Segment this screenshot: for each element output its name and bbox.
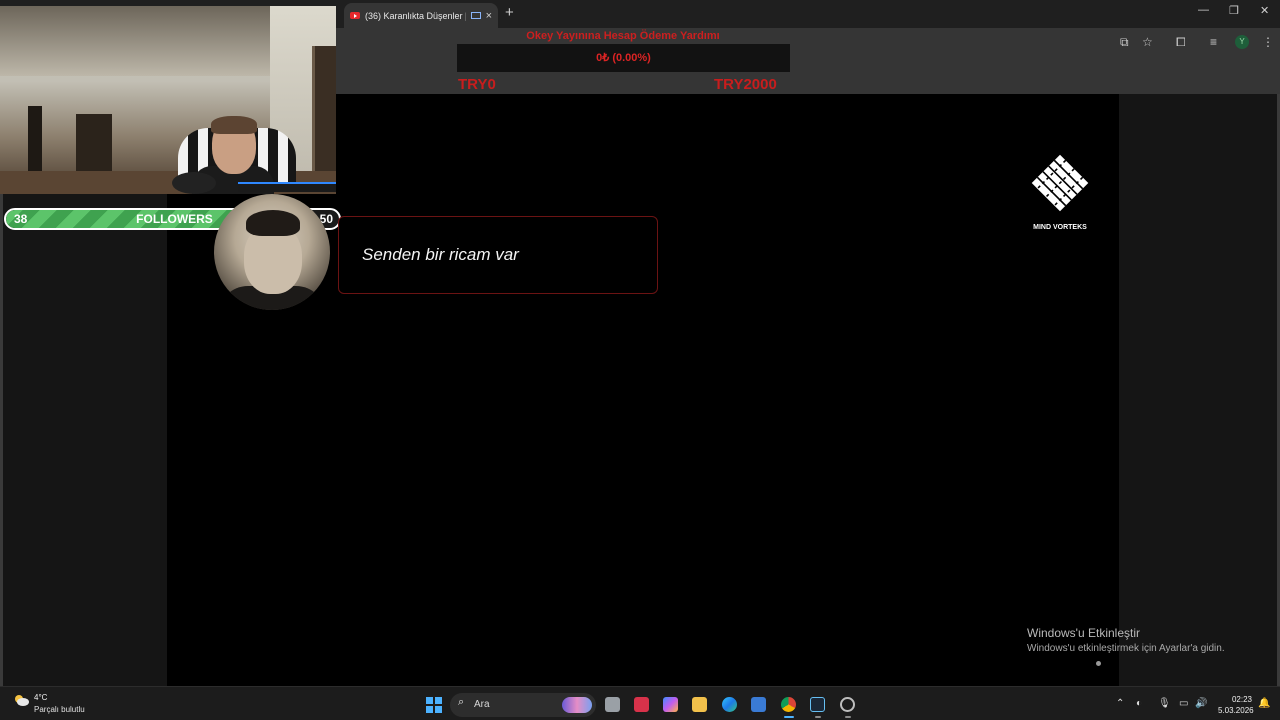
activation-subtitle: Windows'u etkinleştirmek için Ayarlar'a … — [1027, 643, 1225, 654]
file-explorer-icon[interactable] — [692, 697, 707, 712]
media-controls-icon[interactable]: ≡ — [1210, 35, 1217, 49]
portrait-hair — [246, 210, 300, 236]
search-icon: ⌕ — [458, 696, 465, 708]
obs-running-indicator — [845, 716, 851, 718]
donation-goal-max: TRY2000 — [714, 76, 777, 93]
microphone-icon[interactable]: 🎙 — [1158, 698, 1171, 709]
network-icon[interactable]: ▭ — [1179, 698, 1188, 709]
red-app-icon[interactable] — [634, 697, 649, 712]
start-logo-tile — [435, 706, 442, 713]
weather-description[interactable]: Parçalı bulutlu — [34, 705, 85, 714]
room-door — [312, 46, 336, 176]
profile-avatar[interactable]: Y — [1235, 35, 1249, 49]
chrome-menu-icon[interactable]: ⋮ — [1262, 35, 1274, 49]
notifications-icon[interactable]: 🔔 — [1258, 698, 1270, 709]
new-tab-button[interactable]: + — [505, 4, 514, 21]
restore-button[interactable]: ❐ — [1229, 4, 1239, 17]
speaker-portrait — [214, 194, 330, 310]
edge-icon[interactable] — [722, 697, 737, 712]
minimize-button[interactable]: — — [1198, 4, 1209, 16]
cast-icon — [470, 12, 481, 19]
extensions-icon[interactable]: ⧠ — [1176, 35, 1186, 50]
tray-overflow-icon[interactable]: ⌃ — [1116, 698, 1124, 709]
windows-taskbar: 4°C Parçalı bulutlu ⌕ Ara ⌃ ◐ 🎙 ▭ 🔊 02:2… — [0, 686, 1280, 720]
clock-time: 02:23 — [1231, 695, 1252, 704]
computer-mouse — [172, 172, 216, 194]
task-view-icon[interactable] — [605, 697, 620, 712]
screen: (36) Karanlıkta Düşenler | Ç × + — ❐ ✕ ⧉… — [0, 0, 1280, 720]
tab-close-button[interactable]: × — [486, 10, 492, 22]
dialogue-box: Senden bir ricam var — [338, 216, 658, 294]
steam-icon[interactable] — [810, 697, 825, 712]
indicator-dot — [1096, 661, 1101, 666]
close-window-button[interactable]: ✕ — [1260, 4, 1269, 17]
donation-goal-bar: 0₺ (0.00%) — [457, 44, 790, 72]
logo-text: MIND VORTEKS — [1033, 224, 1087, 231]
start-button[interactable] — [426, 697, 442, 713]
dialogue-text: Senden bir ricam var — [362, 245, 519, 264]
start-logo-tile — [426, 706, 433, 713]
taskbar-clock[interactable]: 02:23 5.03.2026 — [1218, 694, 1254, 716]
tray-app-icon[interactable]: ◐ — [1136, 698, 1142, 709]
mind-vorteks-logo-icon — [1031, 154, 1089, 212]
steam-running-indicator — [815, 716, 821, 718]
install-app-icon[interactable]: ⧉ — [1120, 35, 1129, 50]
clock-date: 5.03.2026 — [1218, 706, 1254, 715]
browser-tab[interactable]: (36) Karanlıkta Düşenler | Ç × — [344, 3, 498, 28]
keyboard — [238, 182, 336, 192]
volume-icon[interactable]: 🔊 — [1195, 698, 1207, 709]
youtube-icon — [350, 12, 360, 19]
chrome-running-indicator — [784, 716, 794, 718]
weather-partly-cloudy-icon[interactable] — [12, 693, 30, 707]
streamer-hair — [211, 116, 257, 134]
activation-title: Windows'u Etkinleştir — [1027, 626, 1140, 640]
search-highlight-icon — [562, 697, 592, 713]
room-ceiling — [0, 6, 270, 76]
search-placeholder: Ara — [474, 699, 490, 710]
webcam-feed — [0, 6, 336, 194]
donation-goal-min: TRY0 — [458, 76, 496, 93]
copilot-icon[interactable] — [663, 697, 678, 712]
chrome-icon[interactable] — [781, 697, 796, 712]
start-logo-tile — [426, 697, 433, 704]
bookmark-star-icon[interactable]: ☆ — [1142, 35, 1153, 49]
tab-title: (36) Karanlıkta Düşenler | Ç — [365, 10, 466, 21]
store-icon[interactable] — [751, 697, 766, 712]
donation-goal-title: Okey Yayınına Hesap Ödeme Yardımı — [526, 30, 720, 42]
taskbar-search[interactable]: ⌕ Ara — [450, 693, 596, 717]
weather-temp[interactable]: 4°C — [34, 693, 47, 702]
obs-icon[interactable] — [840, 697, 855, 712]
start-logo-tile — [435, 697, 442, 704]
donation-goal-value: 0₺ (0.00%) — [596, 52, 651, 64]
